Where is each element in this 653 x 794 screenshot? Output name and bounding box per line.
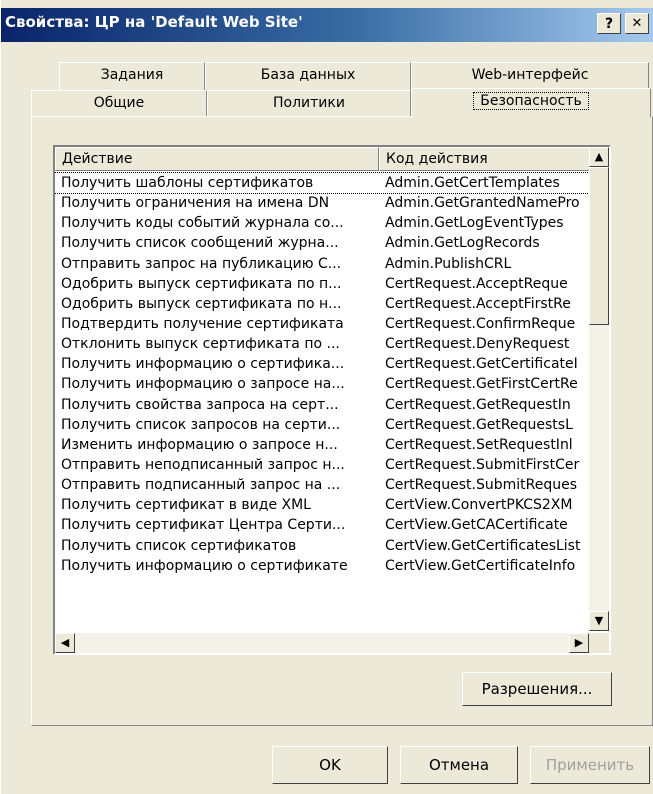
- list-item[interactable]: Получить список сертификатов CertView.Get…: [55, 536, 591, 556]
- list-item[interactable]: Получить ограничения на имена DN Admin.Ge…: [55, 193, 591, 213]
- list-rows: Получить шаблоны сертификатов Admin.GetCe…: [55, 171, 592, 576]
- action-name: Подтвердить получение сертификата: [61, 315, 344, 332]
- action-code: CertRequest.GetFirstCertRe: [385, 376, 578, 393]
- scroll-left-button[interactable]: ◀: [55, 633, 75, 653]
- list-item[interactable]: Получить сертификат в виде XML CertView.C…: [55, 495, 591, 515]
- list-item[interactable]: Получить свойства запроса на серт... Cert…: [55, 395, 591, 415]
- action-name: Отправить подписанный запрос на ...: [61, 477, 341, 494]
- ok-button[interactable]: OK: [272, 746, 388, 784]
- list-item[interactable]: Изменить информацию о запросе н... CertRe…: [55, 435, 591, 455]
- list-item[interactable]: Получить коды событий журнала со... Admin…: [55, 213, 591, 233]
- action-name: Получить ограничения на имена DN: [61, 195, 330, 212]
- action-name: Получить сертификат в виде XML: [61, 497, 311, 514]
- scroll-right-button[interactable]: ▶: [569, 633, 589, 653]
- window-title: Свойства: ЦР на 'Default Web Site': [5, 13, 303, 31]
- action-name: Изменить информацию о запросе н...: [61, 436, 338, 453]
- list-item[interactable]: Получить список запросов на серти... Cert…: [55, 415, 591, 435]
- action-name: Получить коды событий журнала со...: [61, 215, 344, 232]
- action-code: CertRequest.GetRequestsL: [385, 416, 573, 433]
- action-name: Получить сертификат Центра Серти...: [61, 517, 346, 534]
- scroll-up-button[interactable]: ▲: [589, 147, 609, 167]
- action-name: Получить список сообщений журна...: [61, 235, 339, 252]
- list-item[interactable]: Отправить неподписанный запрос н... CertR…: [55, 455, 591, 475]
- action-code: Admin.GetLogEventTypes: [385, 215, 564, 232]
- tab-tasks[interactable]: Задания: [59, 62, 205, 90]
- list-item[interactable]: Получить информацию о запросе на... CertR…: [55, 374, 591, 394]
- action-name: Получить свойства запроса на серт...: [61, 396, 339, 413]
- action-name: Получить информацию о запросе на...: [61, 376, 345, 393]
- tab-security[interactable]: Безопасность: [411, 88, 651, 118]
- list-item[interactable]: Получить список сообщений журна... Admin.…: [55, 233, 591, 253]
- action-code: CertRequest.AcceptFirstRe: [385, 295, 571, 312]
- apply-button[interactable]: Применить: [530, 746, 650, 784]
- tab-web-interface[interactable]: Web-интерфейс: [411, 62, 649, 90]
- tab-database[interactable]: База данных: [205, 62, 411, 90]
- list-item[interactable]: Получить шаблоны сертификатов Admin.GetCe…: [55, 171, 592, 195]
- action-name: Получить информацию о сертификате: [61, 557, 348, 574]
- action-code: CertView.GetCertificateInfo: [385, 557, 576, 574]
- list-item[interactable]: Получить сертификат Центра Серти... CertV…: [55, 515, 591, 535]
- title-bar[interactable]: Свойства: ЦР на 'Default Web Site' ? ✕: [1, 8, 653, 42]
- scroll-down-button[interactable]: ▼: [589, 611, 609, 631]
- permissions-button[interactable]: Разрешения...: [462, 672, 612, 706]
- action-name: Одобрить выпуск сертификата по н...: [61, 295, 342, 312]
- action-name: Отправить неподписанный запрос н...: [61, 456, 345, 473]
- properties-dialog: Свойства: ЦР на 'Default Web Site' ? ✕ З…: [0, 0, 653, 794]
- action-code: CertRequest.GetRequestIn: [385, 396, 571, 413]
- list-item[interactable]: Подтвердить получение сертификата CertReq…: [55, 314, 591, 334]
- list-item[interactable]: Получить информацию о сертификате CertVie…: [55, 556, 591, 576]
- action-name: Одобрить выпуск сертификата по п...: [61, 275, 342, 292]
- column-header-action-code[interactable]: Код действия: [379, 147, 591, 171]
- action-code: Admin.GetLogRecords: [385, 235, 540, 252]
- cancel-button[interactable]: Отмена: [400, 746, 518, 784]
- action-code: CertView.GetCACertificate: [385, 517, 568, 534]
- action-code: CertRequest.SubmitFirstCer: [385, 456, 580, 473]
- horizontal-scroll-track[interactable]: [75, 633, 565, 653]
- action-name: Получить список запросов на серти...: [61, 416, 341, 433]
- action-code: CertRequest.ConfirmReque: [385, 315, 576, 332]
- tab-general[interactable]: Общие: [31, 90, 207, 117]
- action-code: CertRequest.SetRequestInl: [385, 436, 573, 453]
- list-item[interactable]: Отправить подписанный запрос на ... CertR…: [55, 475, 591, 495]
- action-name: Отправить запрос на публикацию С...: [61, 255, 342, 272]
- action-code: CertRequest.GetCertificateI: [385, 356, 578, 373]
- tab-policies[interactable]: Политики: [207, 90, 411, 117]
- action-name: Получить информацию о сертифика...: [61, 356, 345, 373]
- list-item[interactable]: Отклонить выпуск сертификата по ... CertR…: [55, 334, 591, 354]
- permissions-list[interactable]: Действие Код действия Получить шаблоны с…: [53, 145, 611, 655]
- close-button[interactable]: ✕: [625, 13, 649, 34]
- help-button[interactable]: ?: [597, 13, 621, 34]
- scroll-corner: [589, 633, 609, 653]
- horizontal-scrollbar[interactable]: ◀ ▶: [55, 633, 589, 653]
- action-code: CertView.GetCertificatesList: [385, 537, 581, 554]
- column-header-action[interactable]: Действие: [55, 147, 379, 171]
- action-code: Admin.PublishCRL: [385, 255, 512, 272]
- list-item[interactable]: Одобрить выпуск сертификата по п... CertR…: [55, 274, 591, 294]
- action-code: CertView.ConvertPKCS2XM: [385, 497, 573, 514]
- action-name: Отклонить выпуск сертификата по ...: [61, 336, 340, 353]
- list-item[interactable]: Одобрить выпуск сертификата по н... CertR…: [55, 294, 591, 314]
- list-item[interactable]: Получить информацию о сертифика... CertRe…: [55, 354, 591, 374]
- action-name: Получить список сертификатов: [61, 537, 297, 554]
- action-code: Admin.GetGrantedNamePro: [385, 195, 580, 212]
- vertical-scrollbar[interactable]: ▲ ▼: [589, 147, 609, 631]
- action-code: CertRequest.SubmitReques: [385, 477, 577, 494]
- action-code: Admin.GetCertTemplates: [385, 175, 560, 191]
- action-name: Получить шаблоны сертификатов: [61, 175, 314, 191]
- action-code: CertRequest.AcceptReque: [385, 275, 568, 292]
- list-item[interactable]: Отправить запрос на публикацию С... Admin…: [55, 254, 591, 274]
- action-code: CertRequest.DenyRequest: [385, 336, 570, 353]
- vertical-scroll-thumb[interactable]: [589, 167, 609, 325]
